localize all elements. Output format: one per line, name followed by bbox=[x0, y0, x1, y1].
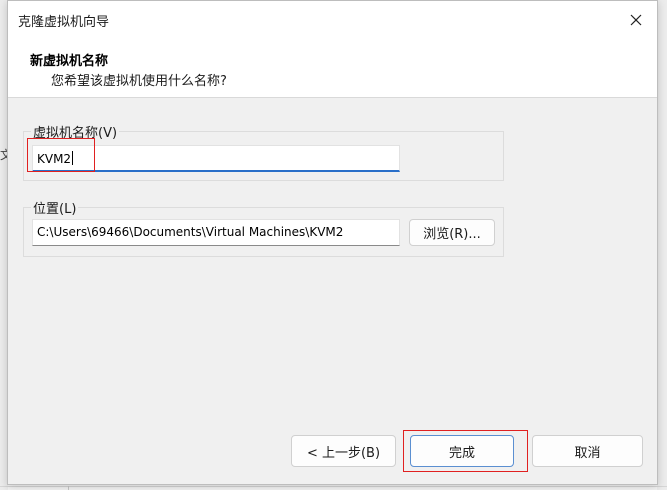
finish-button-label: 完成 bbox=[448, 445, 475, 461]
browse-button-label: 浏览(R)... bbox=[423, 227, 481, 242]
cancel-button-label: 取消 bbox=[574, 445, 601, 461]
text-caret bbox=[72, 151, 74, 165]
cancel-button[interactable]: 取消 bbox=[532, 435, 643, 467]
back-button[interactable]: < 上一步(B) bbox=[291, 435, 396, 467]
window-title: 克隆虚拟机向导 bbox=[18, 15, 110, 30]
vm-name-value: KVM2 bbox=[37, 152, 72, 166]
page-subtitle: 您希望该虚拟机使用什么名称? bbox=[51, 74, 227, 89]
vm-name-label: 虚拟机名称(V) bbox=[31, 122, 120, 141]
title-bar: 克隆虚拟机向导 bbox=[8, 1, 657, 38]
close-button[interactable] bbox=[625, 9, 647, 31]
back-button-label: < 上一步(B) bbox=[306, 445, 381, 461]
page-title: 新虚拟机名称 bbox=[30, 54, 109, 69]
background-divider bbox=[0, 486, 667, 487]
browse-button[interactable]: 浏览(R)... bbox=[409, 219, 495, 246]
location-value: C:\Users\69466\Documents\Virtual Machine… bbox=[37, 225, 344, 239]
background-edge-right bbox=[657, 0, 667, 490]
clone-wizard-dialog: 克隆虚拟机向导 新虚拟机名称 您希望该虚拟机使用什么名称? 虚拟机名称(V) K… bbox=[7, 0, 658, 485]
vm-name-input[interactable]: KVM2 bbox=[32, 145, 400, 172]
close-icon bbox=[630, 14, 642, 26]
finish-button[interactable]: 完成 bbox=[410, 435, 514, 467]
location-input[interactable]: C:\Users\69466\Documents\Virtual Machine… bbox=[32, 219, 400, 246]
wizard-header: 新虚拟机名称 您希望该虚拟机使用什么名称? bbox=[8, 38, 657, 98]
location-label: 位置(L) bbox=[31, 198, 79, 217]
background-divider-tick bbox=[68, 486, 69, 490]
